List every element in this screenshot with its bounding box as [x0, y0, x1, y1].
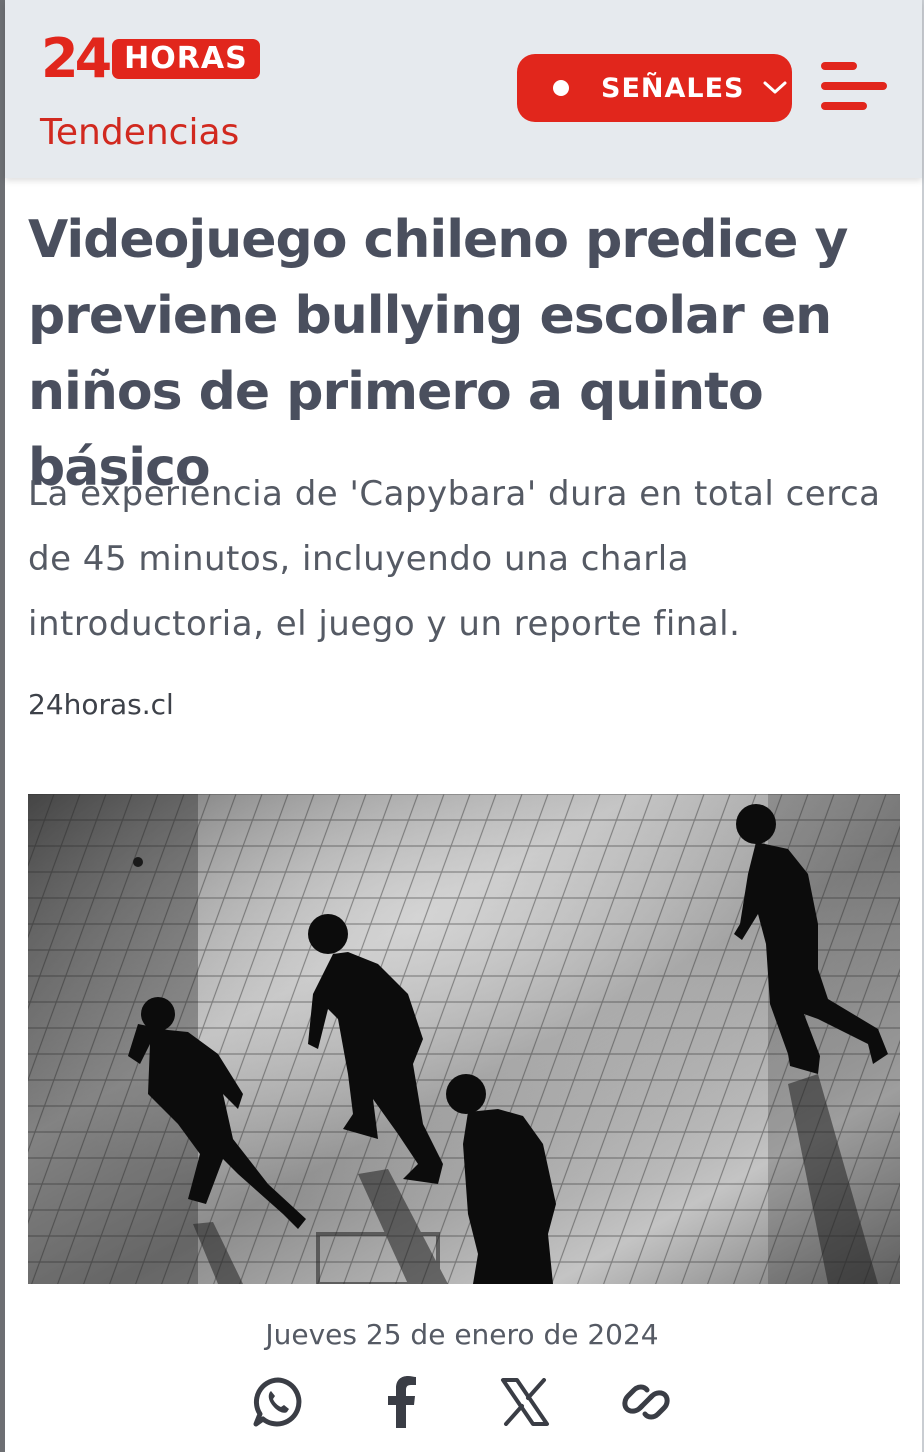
logo-word: HORAS [112, 39, 260, 79]
facebook-icon[interactable] [372, 1372, 432, 1432]
hamburger-menu-icon[interactable] [819, 62, 889, 114]
window-edge-left [0, 0, 5, 1452]
site-logo[interactable]: 24 HORAS [41, 30, 260, 88]
logo-number: 24 [41, 27, 112, 90]
article-headline: Videojuego chileno predice y previene bu… [28, 210, 848, 498]
article-subtitle: La experiencia de 'Capybara' dura en tot… [28, 474, 881, 644]
chevron-down-icon [762, 80, 788, 96]
live-dot-icon [553, 80, 569, 96]
article-source[interactable]: 24horas.cl [28, 688, 174, 721]
x-twitter-icon[interactable] [495, 1372, 555, 1432]
article-date: Jueves 25 de enero de 2024 [265, 1318, 659, 1351]
whatsapp-icon[interactable] [248, 1372, 308, 1432]
article-photo [28, 794, 900, 1284]
signals-button[interactable]: SEÑALES [517, 54, 792, 122]
signals-button-label: SEÑALES [601, 72, 745, 104]
link-icon[interactable] [616, 1372, 676, 1432]
site-header: 24 HORAS Tendencias SEÑALES [5, 0, 922, 178]
section-link[interactable]: Tendencias [40, 112, 239, 153]
